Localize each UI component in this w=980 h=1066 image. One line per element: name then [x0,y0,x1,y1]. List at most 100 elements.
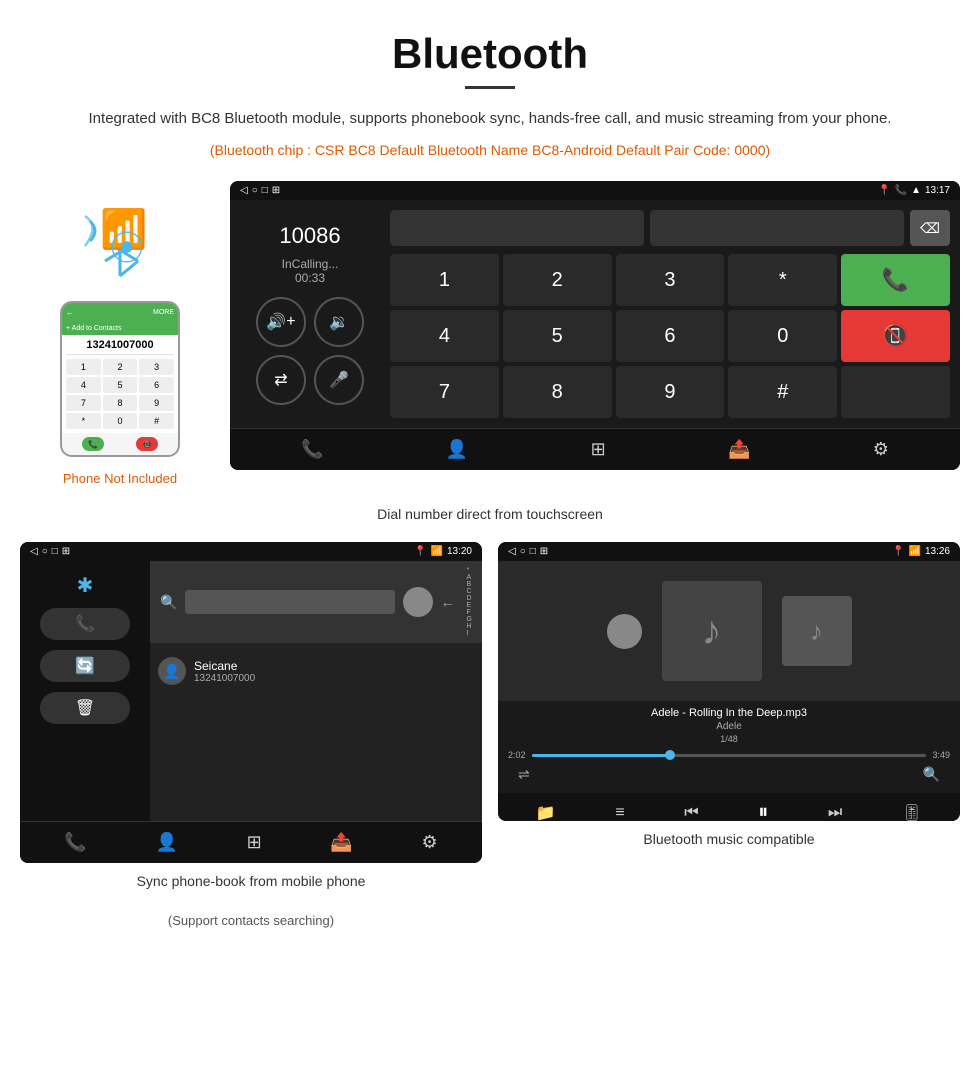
num-key-star[interactable]: * [728,254,837,306]
pb-recents-icon[interactable]: □ [52,546,58,557]
play-pause-icon[interactable]: ⏸ [758,801,768,821]
key-4[interactable]: 4 [66,377,101,393]
contact-item[interactable]: 👤 Seicane 13241007000 [158,651,474,691]
num-key-8[interactable]: 8 [503,366,612,418]
num-key-2[interactable]: 2 [503,254,612,306]
phone-call-btn[interactable]: 📞 [82,437,104,451]
music-note-icon: ♪ [702,609,722,654]
progress-container[interactable] [532,754,927,757]
alphabet-index: *ABCD EFGHI [467,567,472,637]
num-key-9[interactable]: 9 [616,366,725,418]
add-contacts-label: + Add to Contacts [66,325,121,332]
delete-sidebar-btn[interactable]: 🗑 [40,692,130,724]
pb-back-arrow-icon[interactable]: ← [441,594,455,610]
pb-nav-settings-icon[interactable]: ⚙ [421,832,437,853]
dial-area: 10086 InCalling... 00:33 🔊+ 🔉 ⇄ 🎤 [230,200,960,428]
dial-input-box1 [390,210,644,246]
switch-btn[interactable]: ⇄ [256,355,306,405]
key-8[interactable]: 8 [103,395,138,411]
hangup-btn[interactable]: 📵 [841,310,950,362]
contact-name: Seicane [194,659,255,673]
pb-nav-keypad-icon[interactable]: ⊞ [247,832,262,853]
key-9[interactable]: 9 [139,395,174,411]
menu-nav-icon[interactable]: ⊞ [272,185,280,196]
num-key-4[interactable]: 4 [390,310,499,362]
dial-status-bar: ◁ ○ □ ⊞ 📍 📞 ▲ 13:17 [230,181,960,200]
bottom-section: ◁ ○ □ ⊞ 📍 📶 13:20 ✱ 📞 🔄 🗑 [0,542,980,928]
num-key-1[interactable]: 1 [390,254,499,306]
key-6[interactable]: 6 [139,377,174,393]
song-title: Adele - Rolling In the Deep.mp3 [508,707,950,719]
volume-up-btn[interactable]: 🔊+ [256,297,306,347]
phone-bottom-bar: 📞 📵 [62,433,178,455]
phonebook-panel: ◁ ○ □ ⊞ 📍 📶 13:20 ✱ 📞 🔄 🗑 [20,542,482,928]
key-star[interactable]: * [66,413,101,429]
num-key-hash[interactable]: # [728,366,837,418]
music-time: 13:26 [925,546,950,557]
key-5[interactable]: 5 [103,377,138,393]
nav-phone-icon[interactable]: 📞 [301,439,323,460]
key-1[interactable]: 1 [66,359,101,375]
search-music-icon[interactable]: 🔍 [923,766,940,783]
pb-home-icon[interactable]: ○ [42,546,48,557]
nav-contacts-icon[interactable]: 👤 [446,439,468,460]
contact-avatar-search [403,587,433,617]
key-0[interactable]: 0 [103,413,138,429]
main-album-art: ♪ [662,581,762,681]
num-key-7[interactable]: 7 [390,366,499,418]
progress-scrubber[interactable] [665,750,675,760]
folder-icon[interactable]: 📁 [536,803,556,822]
music-back-icon[interactable]: ◁ [508,546,516,557]
phone-number: 13241007000 [86,339,153,351]
phone-keypad: 1 2 3 4 5 6 7 8 9 * 0 # [66,359,174,429]
mic-btn[interactable]: 🎤 [314,355,364,405]
bluetooth-icon-area: 📶 ⦿ [80,211,160,291]
phonebook-caption: Sync phone-book from mobile phone [137,873,366,889]
back-nav-icon[interactable]: ◁ [240,185,248,196]
home-nav-icon[interactable]: ○ [252,185,258,196]
phone-hangup-btn[interactable]: 📵 [136,437,158,451]
eq-icon[interactable]: 🎚 [902,803,922,822]
sync-sidebar-btn[interactable]: 🔄 [40,650,130,682]
call-sidebar-btn[interactable]: 📞 [40,608,130,640]
time-current: 2:02 [508,750,526,760]
volume-down-btn[interactable]: 🔉 [314,297,364,347]
num-key-5[interactable]: 5 [503,310,612,362]
nav-transfer-icon[interactable]: 📤 [728,439,750,460]
phonebook-main: 🔍 ← *ABCD EFGHI 👤 [150,561,482,821]
key-2[interactable]: 2 [103,359,138,375]
pb-nav-phone-icon[interactable]: 📞 [64,832,86,853]
nav-keypad-icon[interactable]: ⊞ [591,439,606,460]
mic-icon: 🎤 [329,370,349,390]
key-7[interactable]: 7 [66,395,101,411]
num-key-6[interactable]: 6 [616,310,725,362]
num-key-0[interactable]: 0 [728,310,837,362]
music-home-icon[interactable]: ○ [520,546,526,557]
nav-settings-icon[interactable]: ⚙ [873,439,889,460]
prev-track-icon[interactable]: ⏮ [684,804,698,822]
pb-menu-icon[interactable]: ⊞ [62,546,70,557]
delete-btn[interactable]: ⌫ [910,210,950,246]
call-status: InCalling... [282,257,339,271]
pb-nav-transfer-icon[interactable]: 📤 [330,832,352,853]
next-track-icon[interactable]: ⏭ [828,804,842,822]
key-hash[interactable]: # [139,413,174,429]
phone-illustration: 📶 ⦿ ← MORE + Add to Contacts [20,181,220,486]
music-menu-icon[interactable]: ⊞ [540,546,548,557]
num-key-3[interactable]: 3 [616,254,725,306]
music-nav-icons: ◁ ○ □ ⊞ [508,546,548,557]
dial-nav-bar: 📞 👤 ⊞ 📤 ⚙ [230,428,960,470]
phonebook-sub-caption: (Support contacts searching) [168,913,334,928]
shuffle-icon[interactable]: ⇌ [518,766,530,783]
pb-back-icon[interactable]: ◁ [30,546,38,557]
music-recents-icon[interactable]: □ [530,546,536,557]
music-caption: Bluetooth music compatible [643,831,814,847]
pb-nav-contacts-icon[interactable]: 👤 [155,832,177,853]
recents-nav-icon[interactable]: □ [262,185,268,196]
call-btn[interactable]: 📞 [841,254,950,306]
search-input-area[interactable] [185,590,394,614]
contact-number: 13241007000 [194,673,255,684]
key-3[interactable]: 3 [139,359,174,375]
pb-signal-icon: 📶 [431,546,443,557]
playlist-icon[interactable]: ≡ [615,804,624,822]
